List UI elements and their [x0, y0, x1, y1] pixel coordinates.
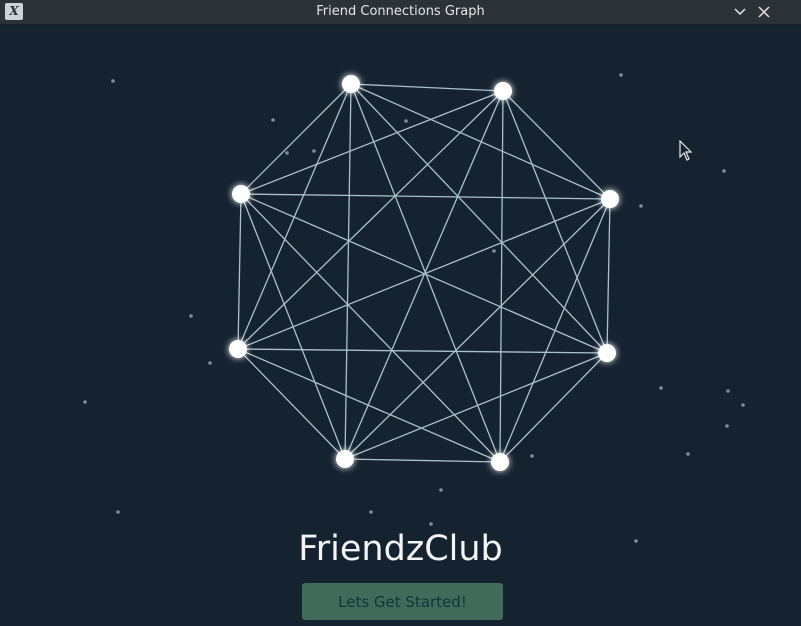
graph-edge [237, 348, 608, 354]
graph-node [232, 185, 250, 203]
graph-edges [237, 83, 611, 463]
graph-edge [502, 90, 611, 200]
star-dot [111, 79, 115, 83]
graph-edge [240, 193, 501, 463]
graph-node [601, 190, 619, 208]
star-dot [492, 249, 496, 253]
graph-edge [237, 193, 242, 350]
graph-edge [344, 90, 504, 460]
graph-edge [240, 193, 611, 200]
title-bar: X Friend Connections Graph [0, 0, 801, 25]
graph-edge [237, 348, 501, 463]
graph-node [336, 450, 354, 468]
star-dot [439, 488, 443, 492]
app-window: X Friend Connections Graph FriendzClub L… [0, 0, 801, 626]
graph-edge [344, 83, 352, 460]
star-dot [686, 452, 690, 456]
star-dot [83, 400, 87, 404]
graph-edge [350, 83, 504, 92]
star-dot [116, 510, 120, 514]
star-dot [429, 522, 433, 526]
graph-node [494, 82, 512, 100]
graph-edge [344, 458, 501, 463]
graph-edge [237, 348, 346, 460]
star-dot [208, 361, 212, 365]
graph-edge [237, 83, 352, 350]
window-title: Friend Connections Graph [316, 4, 485, 19]
star-dot [530, 454, 534, 458]
graph-edge [237, 90, 504, 350]
minimize-icon[interactable] [732, 4, 748, 20]
star-dot [741, 403, 745, 407]
star-dot [312, 149, 316, 153]
star-dot [725, 424, 729, 428]
graph-edge [240, 193, 608, 354]
star-dot [189, 314, 193, 318]
star-dot [722, 169, 726, 173]
star-dot [404, 119, 408, 123]
mouse-pointer-icon [679, 140, 693, 161]
star-dot [285, 151, 289, 155]
graph-node [229, 340, 247, 358]
graph-edge [350, 83, 608, 354]
brand-title: FriendzClub [298, 529, 503, 569]
star-dot [271, 118, 275, 122]
graph-node [491, 453, 509, 471]
graph-edge [499, 90, 504, 463]
graph-edge [240, 193, 346, 460]
graph-edge [606, 198, 611, 354]
graph-edge [502, 90, 608, 354]
star-dot [639, 204, 643, 208]
get-started-button[interactable]: Lets Get Started! [302, 583, 503, 620]
star-dot [726, 389, 730, 393]
star-dot [619, 73, 623, 77]
close-icon[interactable] [756, 4, 772, 20]
graph-node [342, 75, 360, 93]
graph-node [598, 344, 616, 362]
graph-edge [240, 83, 352, 195]
star-dot [369, 510, 373, 514]
star-dot [659, 386, 663, 390]
graph-edge [499, 352, 608, 463]
graph-edge [344, 198, 611, 460]
